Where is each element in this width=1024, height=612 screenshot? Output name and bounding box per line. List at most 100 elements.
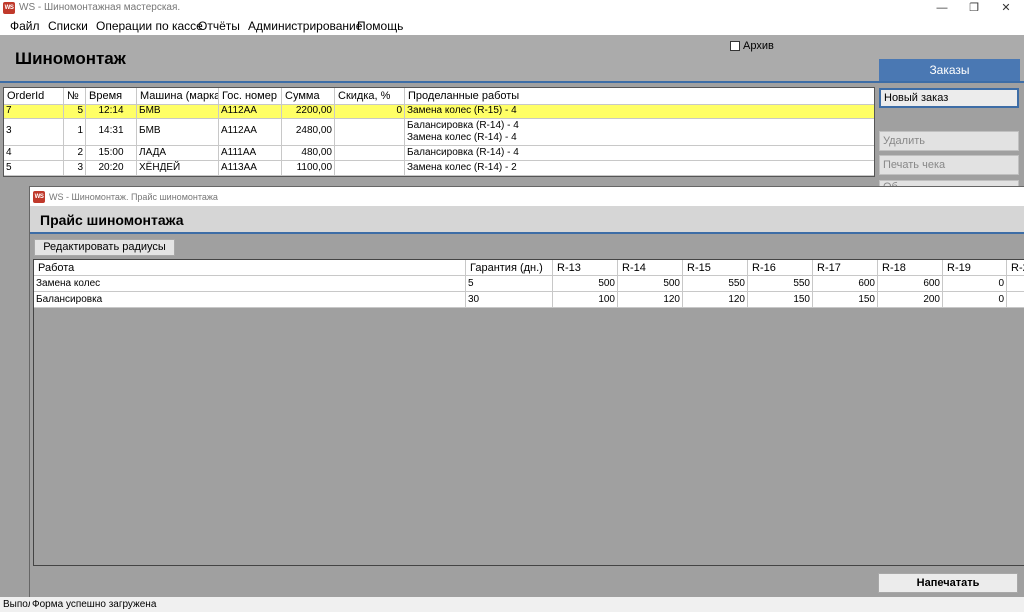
price-cell-r2x[interactable] — [1007, 276, 1024, 292]
print-receipt-button[interactable]: Печать чека — [879, 155, 1019, 175]
app-logo-icon: WS — [33, 191, 45, 203]
works-cell: Балансировка (R-14) - 4 — [405, 146, 874, 160]
menu-reports[interactable]: Отчёты — [198, 19, 240, 33]
column-header-plate[interactable]: Гос. номер — [219, 88, 282, 104]
time-cell: 20:20 — [86, 161, 137, 175]
warranty-cell[interactable]: 30 — [466, 292, 553, 308]
price-cell-r14[interactable]: 500 — [618, 276, 683, 292]
price-cell-r13[interactable]: 100 — [553, 292, 618, 308]
price-cell-r18[interactable]: 600 — [878, 276, 943, 292]
price-cell-r15[interactable]: 550 — [683, 276, 748, 292]
new-order-button[interactable]: Новый заказ — [879, 88, 1019, 108]
column-header-r14[interactable]: R-14 — [618, 260, 683, 276]
minimize-icon[interactable]: — — [925, 0, 959, 16]
dialog-status-bar: Форма успешно загружена — [30, 597, 1024, 612]
work-line: Балансировка (R-14) - 4 — [407, 120, 519, 131]
price-cell-r2x[interactable] — [1007, 292, 1024, 308]
table-row[interactable]: Балансировка 30 100 120 120 150 150 200 … — [34, 292, 1024, 308]
window-title: WS - Шиномонтажная мастерская. — [19, 2, 181, 13]
edit-radii-button[interactable]: Редактировать радиусы — [34, 239, 175, 256]
price-cell-r16[interactable]: 150 — [748, 292, 813, 308]
column-header-r19[interactable]: R-19 — [943, 260, 1007, 276]
archive-label: Архив — [743, 40, 774, 52]
column-header-works[interactable]: Проделанные работы — [405, 88, 874, 104]
discount-cell: 0 — [335, 105, 405, 118]
column-header-work[interactable]: Работа — [34, 260, 466, 276]
works-cell: Замена колес (R-14) - 2 — [405, 161, 874, 175]
sum-cell: 480,00 — [282, 146, 335, 160]
price-cell-r13[interactable]: 500 — [553, 276, 618, 292]
price-cell-r15[interactable]: 120 — [683, 292, 748, 308]
tab-orders[interactable]: Заказы — [879, 59, 1020, 81]
discount-cell — [335, 119, 405, 145]
number-cell: 5 — [64, 105, 86, 118]
column-header-r16[interactable]: R-16 — [748, 260, 813, 276]
menu-help[interactable]: Помощь — [357, 19, 403, 33]
plate-cell: А112АА — [219, 105, 282, 118]
dialog-heading: Прайс шиномонтажа — [40, 212, 184, 228]
column-header-r15[interactable]: R-15 — [683, 260, 748, 276]
car-cell: БМВ — [137, 105, 219, 118]
warranty-cell[interactable]: 5 — [466, 276, 553, 292]
price-table[interactable]: Работа Гарантия (дн.) R-13 R-14 R-15 R-1… — [33, 259, 1024, 566]
menu-administration[interactable]: Администрирование — [248, 19, 362, 33]
table-row[interactable]: 4 2 15:00 ЛАДА А111АА 480,00 Балансировк… — [4, 146, 874, 161]
table-row[interactable]: 7 5 12:14 БМВ А112АА 2200,00 0 Замена ко… — [4, 105, 874, 119]
dialog-header: Прайс шиномонтажа — [30, 206, 1024, 234]
plate-cell: А111АА — [219, 146, 282, 160]
menu-file[interactable]: Файл — [10, 19, 40, 33]
work-name-cell[interactable]: Балансировка — [34, 292, 466, 308]
works-cell: Балансировка (R-14) - 4 Замена колес (R-… — [405, 119, 874, 145]
table-row[interactable]: Замена колес 5 500 500 550 550 600 600 0 — [34, 276, 1024, 292]
column-header-r18[interactable]: R-18 — [878, 260, 943, 276]
price-cell-r14[interactable]: 120 — [618, 292, 683, 308]
price-cell-r18[interactable]: 200 — [878, 292, 943, 308]
page-title: Шиномонтаж — [15, 49, 126, 68]
column-header-r13[interactable]: R-13 — [553, 260, 618, 276]
time-cell: 12:14 — [86, 105, 137, 118]
dialog-titlebar: WS WS - Шиномонтаж. Прайс шиномонтажа — [30, 187, 1024, 206]
price-cell-r16[interactable]: 550 — [748, 276, 813, 292]
discount-cell — [335, 161, 405, 175]
print-button[interactable]: Напечатать — [878, 573, 1018, 593]
price-table-header: Работа Гарантия (дн.) R-13 R-14 R-15 R-1… — [34, 260, 1024, 276]
column-header-sum[interactable]: Сумма — [282, 88, 335, 104]
column-header-car[interactable]: Машина (марка) — [137, 88, 219, 104]
price-cell-r19[interactable]: 0 — [943, 276, 1007, 292]
checkbox-box[interactable] — [730, 41, 740, 51]
orders-table[interactable]: OrderId № Время Машина (марка) Гос. номе… — [3, 87, 875, 177]
discount-cell — [335, 146, 405, 160]
number-cell: 3 — [64, 161, 86, 175]
column-header-r2x[interactable]: R-2 — [1007, 260, 1024, 276]
work-line: Балансировка (R-14) - 4 — [407, 147, 519, 158]
work-line: Замена колес (R-14) - 2 — [407, 162, 517, 173]
column-header-order-id[interactable]: OrderId — [4, 88, 64, 104]
table-row[interactable]: 5 3 20:20 ХЁНДЕЙ А113АА 1100,00 Замена к… — [4, 161, 874, 176]
close-icon[interactable]: ✕ — [989, 0, 1023, 16]
archive-checkbox[interactable]: Архив — [730, 40, 774, 52]
work-name-cell[interactable]: Замена колес — [34, 276, 466, 292]
sum-cell: 2480,00 — [282, 119, 335, 145]
delete-button[interactable]: Удалить — [879, 131, 1019, 151]
price-cell-r19[interactable]: 0 — [943, 292, 1007, 308]
column-header-time[interactable]: Время — [86, 88, 137, 104]
work-line: Замена колес (R-15) - 4 — [407, 105, 517, 116]
menu-lists[interactable]: Списки — [48, 19, 88, 33]
maximize-icon[interactable]: ❐ — [957, 0, 991, 16]
order-id-cell: 4 — [4, 146, 64, 160]
column-header-number[interactable]: № — [64, 88, 86, 104]
order-id-cell: 7 — [4, 105, 64, 118]
price-cell-r17[interactable]: 150 — [813, 292, 878, 308]
column-header-warranty[interactable]: Гарантия (дн.) — [466, 260, 553, 276]
menu-bar: Файл Списки Операции по кассе Отчёты Адм… — [0, 16, 1024, 35]
orders-table-header: OrderId № Время Машина (марка) Гос. номе… — [4, 88, 874, 105]
time-cell: 15:00 — [86, 146, 137, 160]
table-row[interactable]: 3 1 14:31 БМВ А112АА 2480,00 Балансировк… — [4, 119, 874, 146]
menu-cash-operations[interactable]: Операции по кассе — [96, 19, 203, 33]
work-line: Замена колес (R-14) - 4 — [407, 132, 517, 143]
column-header-r17[interactable]: R-17 — [813, 260, 878, 276]
price-cell-r17[interactable]: 600 — [813, 276, 878, 292]
window-titlebar: WS WS - Шиномонтажная мастерская. — ❐ ✕ — [0, 0, 1024, 16]
column-header-discount[interactable]: Скидка, % — [335, 88, 405, 104]
order-id-cell: 3 — [4, 119, 64, 145]
